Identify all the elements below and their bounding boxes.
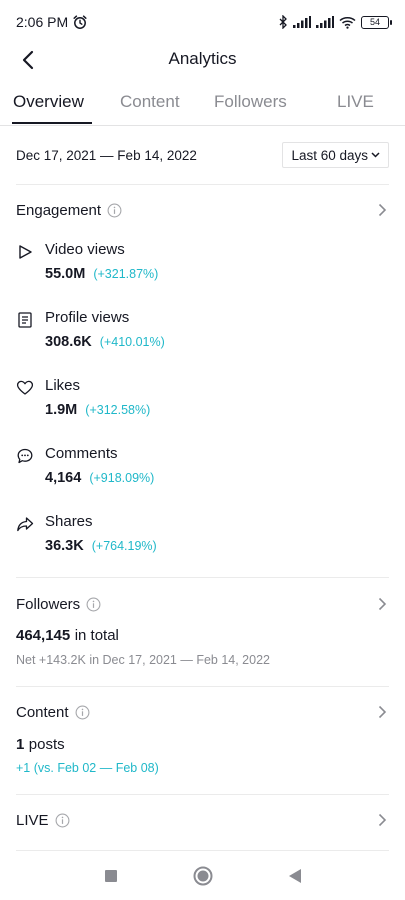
followers-total-line: 464,145 in total (16, 627, 119, 645)
content-count-line: 1 posts (16, 736, 65, 754)
tab-followers[interactable]: Followers (214, 92, 287, 112)
section-title-content: Content (16, 703, 69, 721)
divider (16, 577, 389, 578)
signal-icon (316, 16, 334, 28)
section-title-engagement: Engagement (16, 201, 102, 219)
followers-total: 464,145 (16, 627, 71, 644)
metric-label: Shares (45, 513, 93, 530)
metric-value: 308.6K (45, 334, 92, 350)
metric-value: 55.0M (45, 266, 86, 282)
live-header[interactable]: LIVE (16, 808, 389, 832)
system-nav-bar (0, 852, 405, 900)
content-count-suffix: posts (28, 736, 65, 753)
chevron-right-icon (378, 597, 387, 611)
content-comparison: +1 (vs. Feb 02 — Feb 08) (16, 761, 159, 775)
metric-profile-views: Profile views 308.6K (+410.01%) (16, 309, 389, 361)
followers-total-suffix: in total (74, 627, 119, 644)
date-range-dropdown[interactable]: Last 60 days (282, 142, 389, 168)
metric-label: Comments (45, 445, 118, 462)
document-icon (18, 312, 32, 328)
wifi-icon (339, 16, 356, 29)
share-icon (17, 517, 34, 532)
content-count: 1 (16, 736, 25, 753)
divider (16, 850, 389, 851)
alarm-icon (73, 15, 87, 29)
metric-label: Profile views (45, 309, 130, 326)
metric-value: 4,164 (45, 470, 82, 486)
section-title-live: LIVE (16, 811, 49, 829)
comment-icon (17, 448, 33, 464)
chevron-down-icon (371, 152, 380, 158)
metric-label: Likes (45, 377, 81, 394)
date-filter-row: Dec 17, 2021 — Feb 14, 2022 Last 60 days (16, 140, 389, 170)
metric-value-line: 36.3K (+764.19%) (45, 538, 157, 554)
chevron-right-icon (378, 705, 387, 719)
date-range-selected: Last 60 days (291, 147, 368, 163)
play-icon (19, 245, 32, 259)
metric-change: (+321.87%) (93, 267, 159, 281)
metric-value-line: 55.0M (+321.87%) (45, 266, 158, 282)
battery-level: 54 (369, 17, 380, 27)
metric-value-line: 4,164 (+918.09%) (45, 470, 154, 486)
info-icon[interactable] (75, 705, 90, 720)
info-icon[interactable] (107, 203, 122, 218)
chevron-right-icon (378, 203, 387, 217)
engagement-header[interactable]: Engagement (16, 198, 389, 222)
followers-header[interactable]: Followers (16, 592, 389, 616)
divider (16, 686, 389, 687)
info-icon[interactable] (55, 813, 70, 828)
metric-change: (+918.09%) (89, 471, 155, 485)
metric-shares: Shares 36.3K (+764.19%) (16, 513, 389, 565)
metric-change: (+410.01%) (99, 335, 165, 349)
divider (16, 184, 389, 185)
tab-overview[interactable]: Overview (13, 92, 84, 112)
back-arrow-icon (22, 50, 34, 70)
divider (16, 794, 389, 795)
tab-live[interactable]: LIVE (337, 92, 374, 112)
metric-change: (+312.58%) (85, 403, 151, 417)
tab-bar: Overview Content Followers LIVE (0, 84, 405, 126)
header: Analytics (0, 38, 405, 80)
metric-value: 36.3K (45, 538, 84, 554)
tab-content[interactable]: Content (120, 92, 180, 112)
status-icons: 54 (278, 15, 392, 29)
battery-icon: 54 (361, 15, 392, 29)
metric-change: (+764.19%) (91, 539, 157, 553)
back-button[interactable] (14, 46, 42, 74)
metric-likes: Likes 1.9M (+312.58%) (16, 377, 389, 429)
section-title-followers: Followers (16, 595, 81, 613)
system-back-button[interactable] (284, 865, 306, 887)
metric-value-line: 1.9M (+312.58%) (45, 402, 150, 418)
page-title: Analytics (168, 49, 237, 68)
metric-comments: Comments 4,164 (+918.09%) (16, 445, 389, 497)
square-icon (104, 870, 117, 882)
triangle-back-icon (288, 869, 301, 883)
metric-value-line: 308.6K (+410.01%) (45, 334, 165, 350)
bluetooth-icon (279, 15, 287, 29)
home-button[interactable] (192, 865, 214, 887)
active-tab-indicator (12, 122, 92, 124)
recents-button[interactable] (100, 865, 122, 887)
info-icon[interactable] (86, 597, 101, 612)
status-time: 2:06 PM (16, 14, 69, 30)
metric-value: 1.9M (45, 402, 78, 418)
metric-label: Video views (45, 241, 125, 258)
date-range-text: Dec 17, 2021 — Feb 14, 2022 (16, 147, 197, 163)
metric-video-views: Video views 55.0M (+321.87%) (16, 241, 389, 293)
circle-icon (193, 866, 212, 886)
content-header[interactable]: Content (16, 700, 389, 724)
chevron-right-icon (378, 813, 387, 827)
followers-net-change: Net +143.2K in Dec 17, 2021 — Feb 14, 20… (16, 653, 270, 667)
heart-icon (16, 380, 34, 395)
signal-icon (293, 16, 311, 28)
